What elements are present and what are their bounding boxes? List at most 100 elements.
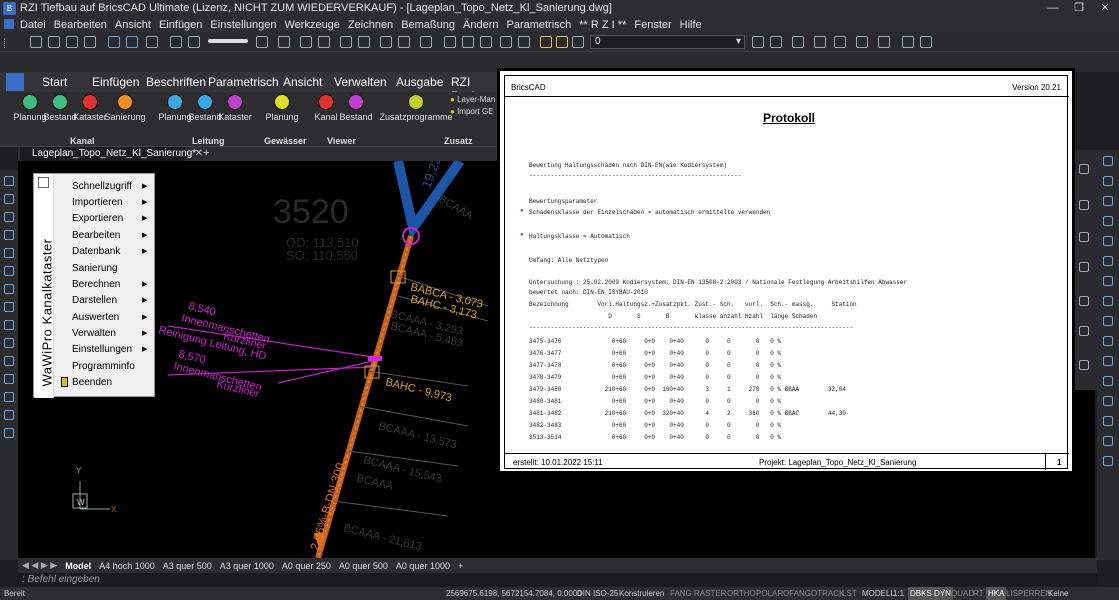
status-otrack[interactable]: OTRACK (811, 587, 844, 600)
tab-ausgabe[interactable]: Ausgabe (396, 75, 443, 89)
table-tool-icon[interactable] (4, 410, 14, 420)
menu-hilfe[interactable]: Hilfe (680, 19, 702, 31)
maximize-button[interactable]: ❐ (1066, 0, 1092, 17)
attach-panel-icon[interactable] (1079, 262, 1089, 272)
tab-verwalten[interactable]: Verwalten (334, 75, 387, 89)
menu-item-schnellzugriff[interactable]: Schnellzugriff (72, 181, 132, 192)
menu-fenster[interactable]: Fenster (634, 19, 671, 31)
snap-intersection-icon[interactable] (1103, 276, 1113, 286)
layer-manager-item[interactable]: ● Layer-Man (450, 95, 495, 104)
layer-lock-icon[interactable] (572, 36, 584, 48)
section-icon[interactable] (340, 36, 352, 48)
menu-item-bearbeiten[interactable]: Bearbeiten (72, 230, 120, 241)
menu-item-programminfo[interactable]: Programminfo (72, 361, 135, 372)
print-preview-icon[interactable] (462, 36, 474, 48)
status-polar[interactable]: POLAR (756, 587, 783, 600)
snap-tangent-icon[interactable] (1103, 336, 1113, 346)
tab-beschriften[interactable]: Beschriften (146, 75, 206, 89)
layer-state-icon[interactable] (770, 36, 782, 48)
status-rt[interactable]: RT (973, 587, 984, 600)
layout-tab[interactable]: A0 quer 1000 (392, 561, 454, 571)
snap-extension-icon[interactable] (1103, 416, 1113, 426)
undo-icon[interactable] (500, 36, 512, 48)
formula-panel-icon[interactable] (1079, 326, 1089, 336)
layout-tab-model[interactable]: Model (61, 561, 95, 571)
menu-zeichnen[interactable]: Zeichnen (348, 19, 393, 31)
status-lst[interactable]: LST (842, 587, 857, 600)
table-panel-icon[interactable] (1079, 360, 1089, 370)
new-tab-button[interactable]: + (203, 147, 209, 159)
status-scale[interactable]: 1:1 (893, 587, 904, 600)
zusatzprogramme-button[interactable]: Zusatzprogramme (378, 94, 454, 122)
snap-node-icon[interactable] (1103, 236, 1113, 246)
move-icon[interactable] (126, 36, 138, 48)
menu-einfuegen[interactable]: Einfügen (159, 19, 202, 31)
view-icon[interactable] (300, 36, 312, 48)
menu-item-einstellungen[interactable]: Einstellungen (72, 344, 132, 355)
eye-icon[interactable] (146, 36, 158, 48)
sun-icon[interactable] (556, 36, 568, 48)
grid-icon[interactable] (256, 36, 268, 48)
layout-tab[interactable]: A3 quer 1000 (216, 561, 278, 571)
close-button[interactable]: ✕ (1092, 0, 1118, 17)
text-tool-icon[interactable] (4, 428, 14, 438)
menu-bearbeiten[interactable]: Bearbeiten (54, 19, 107, 31)
layer-off-icon[interactable] (856, 36, 868, 48)
properties-panel-icon[interactable] (1079, 200, 1089, 210)
tab-parametrisch[interactable]: Parametrisch (208, 75, 279, 89)
rectangle-tool-icon[interactable] (4, 248, 14, 258)
region-tool-icon[interactable] (4, 356, 14, 366)
layer-icon[interactable] (170, 36, 182, 48)
menu-einstellungen[interactable]: Einstellungen (210, 19, 276, 31)
block-tool-icon[interactable] (4, 374, 14, 384)
spline-tool-icon[interactable] (4, 284, 14, 294)
copy-icon[interactable] (380, 36, 392, 48)
layout-tab[interactable]: A0 quer 250 (278, 561, 335, 571)
status-modell[interactable]: MODELL (862, 587, 895, 600)
layout-tab[interactable]: A4 hoch 1000 (95, 561, 159, 571)
app-menu-icon[interactable] (6, 73, 24, 91)
gewaesser-planung-button[interactable]: Planung (259, 94, 305, 122)
ellipse-tool-icon[interactable] (4, 302, 14, 312)
menu-item-beenden[interactable]: Beenden (72, 377, 112, 388)
redo-icon[interactable] (518, 36, 530, 48)
menu-item-berechnen[interactable]: Berechnen (72, 279, 120, 290)
select-icon[interactable] (108, 36, 120, 48)
menu-werkzeuge[interactable]: Werkzeuge (284, 19, 339, 31)
menu-bemassung[interactable]: Bemaßung (401, 19, 455, 31)
layout-tab[interactable]: A3 quer 500 (159, 561, 216, 571)
arc-tool-icon[interactable] (4, 194, 14, 204)
menu-parametrisch[interactable]: Parametrisch (506, 19, 571, 31)
render-icon[interactable] (318, 36, 330, 48)
status-quad[interactable]: QUAD (951, 587, 974, 600)
command-line[interactable]: : Befehl eingeben (18, 573, 1097, 587)
cube-icon[interactable] (278, 36, 290, 48)
status-ortho[interactable]: ORTHO (727, 587, 756, 600)
viewer-bestand-button[interactable]: Bestand (333, 94, 379, 122)
snap-quadrant-icon[interactable] (1103, 256, 1113, 266)
layers-panel-icon[interactable] (1079, 232, 1089, 242)
frame-icon[interactable] (358, 36, 370, 48)
layer-prev-icon[interactable] (752, 36, 764, 48)
status-konstruieren[interactable]: Konstruieren (619, 587, 664, 600)
zoom-window-icon[interactable] (48, 36, 60, 48)
import-ge-item[interactable]: ● Import GE (450, 107, 494, 116)
status-din[interactable]: DIN (577, 587, 591, 600)
match-layer-icon[interactable] (792, 36, 804, 48)
document-tab[interactable]: Lageplan_Topo_Netz_Kl_Sanierung* ✕ (20, 147, 203, 161)
leitung-kataster-button[interactable]: Kataster (212, 94, 258, 122)
print-icon[interactable] (444, 36, 456, 48)
freeze-icon[interactable] (834, 36, 846, 48)
menu-item-verwalten[interactable]: Verwalten (72, 328, 116, 339)
zoom-in-icon[interactable] (66, 36, 78, 48)
menu-item-importieren[interactable]: Importieren (72, 197, 123, 208)
point-tool-icon[interactable] (4, 320, 14, 330)
tab-einfuegen[interactable]: Einfügen (92, 75, 139, 89)
snap-settings-icon[interactable] (1103, 456, 1113, 466)
isolate-icon[interactable] (814, 36, 826, 48)
status-dyn[interactable]: DYN (932, 587, 953, 600)
snap-none-icon[interactable] (1103, 436, 1113, 446)
status-fang[interactable]: FANG (670, 587, 692, 600)
paste-icon[interactable] (398, 36, 410, 48)
kanal-sanierung-button[interactable]: Sanierung (102, 94, 148, 122)
